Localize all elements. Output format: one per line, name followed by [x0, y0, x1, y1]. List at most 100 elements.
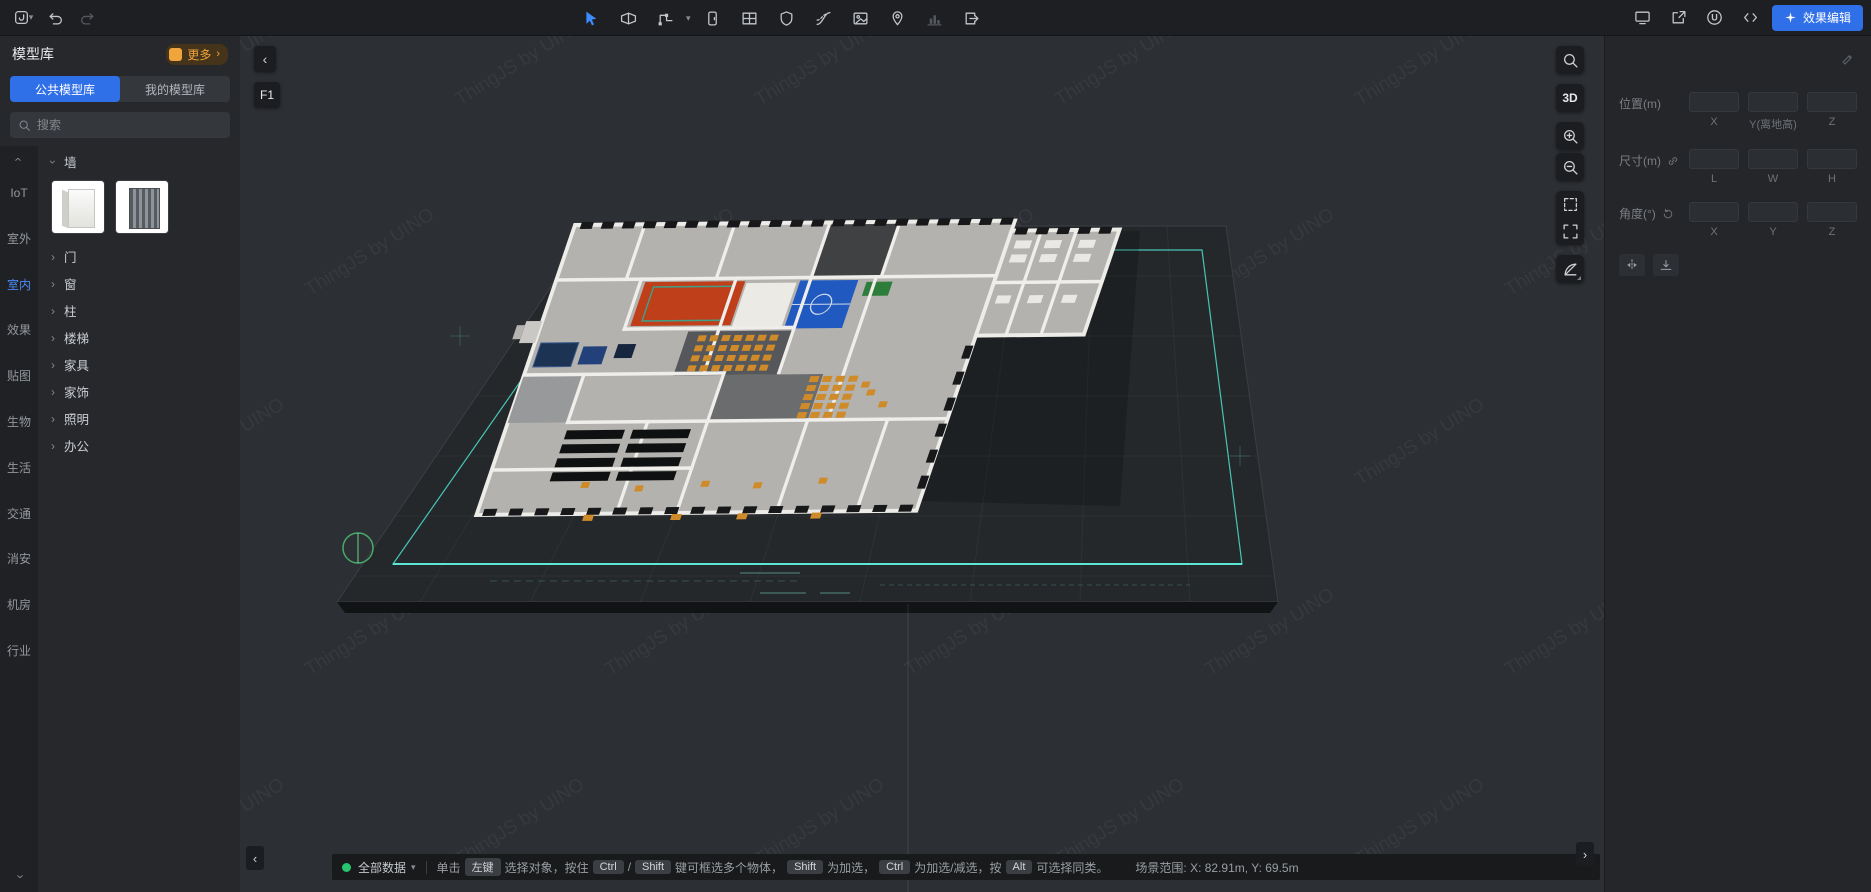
- zoom-in-button[interactable]: [1556, 122, 1584, 150]
- prop-input-L[interactable]: [1689, 149, 1739, 169]
- corner-wall-tool-caret-icon[interactable]: ▾: [686, 13, 691, 24]
- category-交通[interactable]: 交通: [0, 492, 38, 538]
- axis-label: H: [1828, 173, 1836, 185]
- wall-tool[interactable]: [613, 5, 643, 31]
- publish-icon[interactable]: [1664, 5, 1694, 31]
- security-tool[interactable]: [772, 5, 802, 31]
- select-tool[interactable]: [576, 5, 606, 31]
- tree-item-家具[interactable]: ›家具: [38, 351, 240, 378]
- search-input[interactable]: [37, 118, 222, 132]
- axis-label: Y(离地高): [1749, 116, 1797, 132]
- poi-tool[interactable]: [883, 5, 913, 31]
- more-models-button[interactable]: 更多 ›: [166, 44, 228, 65]
- axis-label: Y: [1769, 226, 1776, 238]
- svg-text:U: U: [1712, 13, 1719, 23]
- viewport: ThingJS by UINOThingJS by UINOThingJS by…: [240, 36, 1604, 892]
- tree-label: 墙: [64, 152, 77, 171]
- prop-input-Z[interactable]: [1807, 202, 1857, 222]
- collapse-bottom-left-button[interactable]: ‹: [246, 846, 264, 870]
- model-tree: ›墙›门›窗›柱›楼梯›家具›家饰›照明›办公: [38, 146, 240, 892]
- undo-button[interactable]: [40, 5, 70, 31]
- redo-icon: [79, 9, 96, 26]
- category-生活[interactable]: 生活: [0, 446, 38, 492]
- fit-view-button[interactable]: [1556, 218, 1584, 245]
- mirror-button[interactable]: [1619, 254, 1645, 276]
- key-badge: 左键: [465, 858, 501, 876]
- key-badge: Ctrl: [593, 860, 624, 874]
- link-icon[interactable]: [1667, 155, 1679, 167]
- zoom-out-button[interactable]: [1556, 153, 1584, 181]
- prop-input-Y[interactable]: [1748, 202, 1798, 222]
- tab-公共模型库[interactable]: 公共模型库: [10, 76, 120, 102]
- category-效果[interactable]: 效果: [0, 308, 38, 354]
- tree-item-家饰[interactable]: ›家饰: [38, 378, 240, 405]
- zoom-out-icon: [1562, 159, 1579, 176]
- collapse-left-panel-button[interactable]: ‹: [254, 46, 276, 72]
- redo-button[interactable]: [72, 5, 102, 31]
- app-logo-button[interactable]: ▾: [8, 5, 38, 31]
- export-tool[interactable]: [957, 5, 987, 31]
- scene-canvas[interactable]: ThingJS by UINOThingJS by UINOThingJS by…: [240, 36, 1604, 892]
- tree-item-办公[interactable]: ›办公: [38, 432, 240, 459]
- tab-我的模型库[interactable]: 我的模型库: [120, 76, 230, 102]
- scene-search-button[interactable]: [1556, 46, 1584, 74]
- prop-input-W[interactable]: [1748, 149, 1798, 169]
- scroll-down-icon[interactable]: ›: [8, 874, 31, 878]
- collapse-right-panel-button[interactable]: ›: [1576, 842, 1594, 866]
- property-label: 位置(m): [1619, 92, 1661, 112]
- prop-input-X[interactable]: [1689, 92, 1739, 112]
- category-IoT[interactable]: IoT: [0, 171, 38, 217]
- tree-label: 柱: [64, 301, 77, 320]
- model-thumbnail-wall-plain[interactable]: [51, 180, 105, 234]
- category-消安[interactable]: 消安: [0, 537, 38, 583]
- flatten-button[interactable]: [1653, 254, 1679, 276]
- angle-snap-button[interactable]: [1556, 255, 1584, 283]
- floor-selector-button[interactable]: F1: [254, 82, 280, 108]
- road-tool[interactable]: [809, 5, 839, 31]
- tree-item-照明[interactable]: ›照明: [38, 405, 240, 432]
- image-tool[interactable]: [846, 5, 876, 31]
- wall-striped-art: [116, 181, 168, 233]
- api-icon[interactable]: [1736, 5, 1766, 31]
- category-机房[interactable]: 机房: [0, 583, 38, 629]
- tree-item-门[interactable]: ›门: [38, 243, 240, 270]
- wall-plain-art: [52, 181, 104, 233]
- chevron-icon: ›: [51, 304, 55, 318]
- corner-wall-tool[interactable]: [650, 5, 680, 31]
- chevron-icon: ›: [51, 250, 55, 264]
- prop-input-H[interactable]: [1807, 149, 1857, 169]
- scroll-up-icon[interactable]: ›: [8, 157, 31, 161]
- axis-label: L: [1711, 173, 1717, 185]
- preview-icon[interactable]: [1628, 5, 1658, 31]
- hint-segment: 为加选，: [827, 859, 875, 876]
- effects-icon[interactable]: [1839, 52, 1855, 68]
- category-行业[interactable]: 行业: [0, 629, 38, 675]
- prop-input-Y(离地高)[interactable]: [1748, 92, 1798, 112]
- tree-item-柱[interactable]: ›柱: [38, 297, 240, 324]
- marquee-select-button[interactable]: [1556, 191, 1584, 218]
- data-source-dropdown[interactable]: 全部数据 ▾: [358, 859, 416, 876]
- tree-label: 办公: [64, 436, 89, 455]
- tree-item-墙[interactable]: ›墙: [38, 148, 240, 175]
- category-贴图[interactable]: 贴图: [0, 354, 38, 400]
- zoom-in-icon: [1562, 128, 1579, 145]
- tree-item-楼梯[interactable]: ›楼梯: [38, 324, 240, 351]
- protractor-icon: [1562, 261, 1579, 278]
- prop-input-Z[interactable]: [1807, 92, 1857, 112]
- tree-item-窗[interactable]: ›窗: [38, 270, 240, 297]
- topbar: ▾ ▾ U 效果编辑: [0, 0, 1871, 36]
- property-label: 尺寸(m): [1619, 149, 1679, 169]
- uino-icon[interactable]: U: [1700, 5, 1730, 31]
- door-tool[interactable]: [698, 5, 728, 31]
- reset-icon[interactable]: [1662, 208, 1674, 220]
- view-mode-button[interactable]: 3D: [1556, 84, 1584, 112]
- category-室外[interactable]: 室外: [0, 217, 38, 263]
- model-thumbnail-wall-striped[interactable]: [115, 180, 169, 234]
- floor-grid-tool[interactable]: [735, 5, 765, 31]
- category-生物[interactable]: 生物: [0, 400, 38, 446]
- prop-input-X[interactable]: [1689, 202, 1739, 222]
- effect-edit-button[interactable]: 效果编辑: [1772, 5, 1863, 31]
- category-室内[interactable]: 室内: [0, 263, 38, 309]
- properties-panel: 位置(m)XY(离地高)Z尺寸(m)LWH角度(°)XYZ: [1604, 36, 1871, 892]
- axis-label: X: [1710, 116, 1717, 128]
